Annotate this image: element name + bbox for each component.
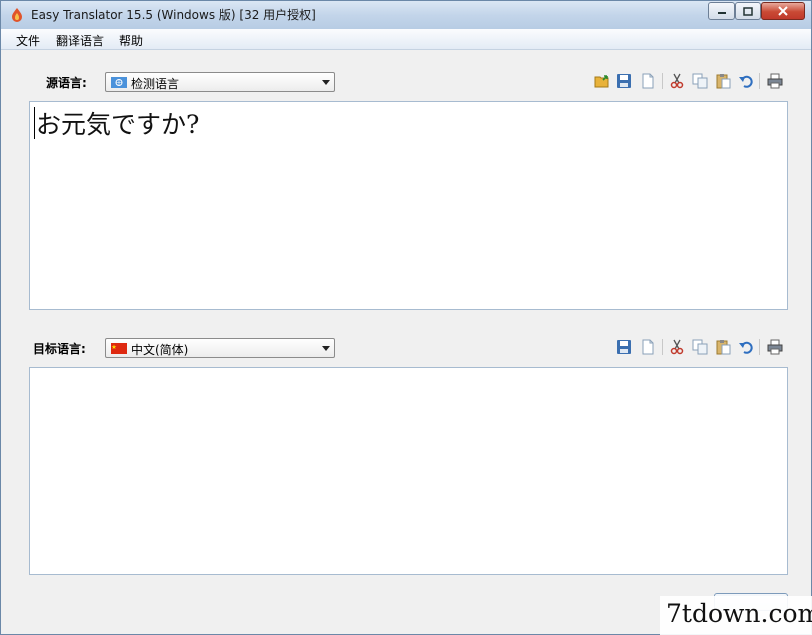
source-language-value: 检测语言 xyxy=(131,77,180,91)
main-content: 源语言: 检测语言 お元気ですか? 目标语言: 中文(简体) xyxy=(2,50,810,633)
source-language-select[interactable]: 检测语言 xyxy=(105,72,335,92)
toolbar-separator xyxy=(759,339,760,355)
target-language-select[interactable]: 中文(简体) xyxy=(105,338,335,358)
paste-icon[interactable] xyxy=(715,73,731,89)
app-window: Easy Translator 15.5 (Windows 版) [32 用户授… xyxy=(0,0,812,635)
menu-translate-language[interactable]: 翻译语言 xyxy=(56,32,104,49)
save-icon[interactable] xyxy=(616,339,632,355)
minimize-icon xyxy=(717,12,726,14)
cut-icon[interactable] xyxy=(669,339,685,355)
window-title: Easy Translator 15.5 (Windows 版) [32 用户授… xyxy=(31,8,316,22)
chevron-down-icon xyxy=(322,346,330,351)
paste-icon[interactable] xyxy=(715,339,731,355)
un-flag-icon xyxy=(111,77,127,88)
close-button[interactable] xyxy=(761,2,805,20)
source-text-area[interactable]: お元気ですか? xyxy=(29,101,788,310)
title-bar[interactable]: Easy Translator 15.5 (Windows 版) [32 用户授… xyxy=(1,1,811,29)
toolbar-separator xyxy=(662,339,663,355)
copy-icon[interactable] xyxy=(692,73,708,89)
watermark-text: 7tdown.com xyxy=(666,599,812,628)
new-document-icon[interactable] xyxy=(640,339,656,355)
print-icon[interactable] xyxy=(767,73,783,89)
toolbar-separator xyxy=(759,73,760,89)
target-language-value: 中文(简体) xyxy=(131,343,189,357)
source-text: お元気ですか? xyxy=(36,110,200,139)
menu-help[interactable]: 帮助 xyxy=(119,32,143,49)
close-icon xyxy=(778,6,788,16)
menu-bar: 文件 翻译语言 帮助 xyxy=(1,29,811,50)
source-language-label: 源语言: xyxy=(46,76,87,90)
menu-file[interactable]: 文件 xyxy=(16,32,40,49)
target-text-area[interactable] xyxy=(29,367,788,575)
minimize-button[interactable] xyxy=(708,2,735,20)
save-icon[interactable] xyxy=(616,73,632,89)
open-icon[interactable] xyxy=(594,73,610,89)
china-flag-icon xyxy=(111,343,127,354)
watermark: 7tdown.com xyxy=(660,596,812,635)
undo-icon[interactable] xyxy=(738,339,754,355)
new-document-icon[interactable] xyxy=(640,73,656,89)
app-flame-icon xyxy=(12,8,22,22)
print-icon[interactable] xyxy=(767,339,783,355)
cut-icon[interactable] xyxy=(669,73,685,89)
maximize-icon xyxy=(743,6,753,16)
target-language-label: 目标语言: xyxy=(33,342,86,356)
undo-icon[interactable] xyxy=(738,73,754,89)
text-caret xyxy=(34,107,35,139)
toolbar-separator xyxy=(662,73,663,89)
maximize-button[interactable] xyxy=(735,2,761,20)
copy-icon[interactable] xyxy=(692,339,708,355)
chevron-down-icon xyxy=(322,80,330,85)
